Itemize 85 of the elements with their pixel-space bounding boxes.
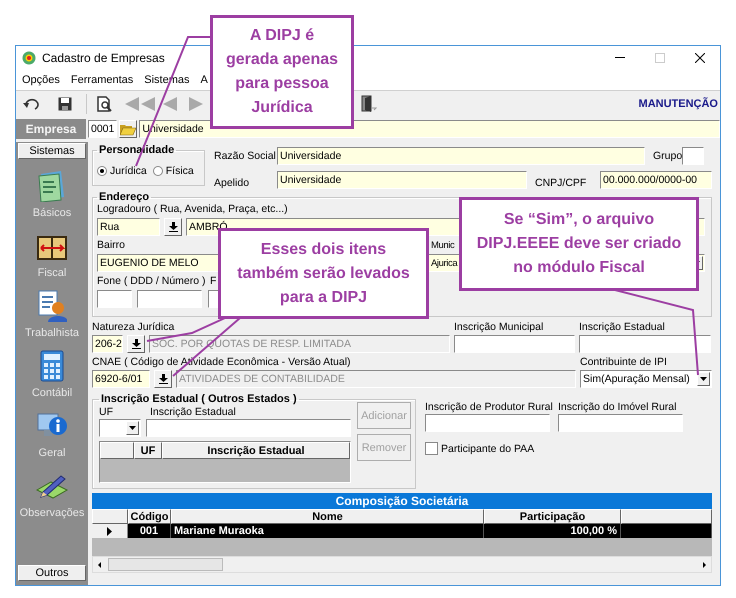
column-header[interactable]: Código <box>128 509 171 524</box>
menu-item[interactable]: Ferramentas <box>70 74 134 86</box>
field-label: Munic <box>431 239 454 252</box>
field-label: Inscrição do Imóvel Rural <box>558 401 676 413</box>
exit-door-icon[interactable] <box>361 94 377 112</box>
menu-item[interactable]: A <box>200 74 208 86</box>
column-header <box>92 509 128 524</box>
checkbox-option[interactable]: Participante do PAA <box>425 442 683 455</box>
annotation-tooltip: Se “Sim”, o arquivo DIPJ.EEEE deve ser criado no módulo Fiscal <box>459 197 699 291</box>
radio-option[interactable]: Física <box>152 164 194 176</box>
group-title: Inscrição Estadual ( Outros Estados ) <box>100 393 298 405</box>
row-pointer-icon <box>107 526 112 536</box>
document-icon[interactable] <box>37 170 67 202</box>
checkbox[interactable] <box>425 442 438 455</box>
input-field[interactable]: Universidade <box>277 171 527 189</box>
field-label: Inscrição de Produtor Rural <box>425 401 554 413</box>
company-label: Empresa <box>16 119 86 139</box>
dropdown[interactable]: Sim(Apuração Mensal) <box>580 370 712 388</box>
group-title: Endereço <box>98 191 150 203</box>
book-icon[interactable] <box>36 234 68 262</box>
menu-item[interactable]: Opções <box>22 74 60 86</box>
sidebar-footer-button[interactable]: Outros <box>18 565 86 581</box>
save-icon[interactable] <box>58 96 72 110</box>
field-label: CNPJ/CPF <box>534 177 588 189</box>
field-label: Inscrição Estadual <box>579 321 666 333</box>
input-field[interactable] <box>454 335 575 353</box>
field-label: Bairro <box>97 239 126 251</box>
open-folder-button[interactable] <box>119 120 138 138</box>
close-icon[interactable] <box>695 52 705 62</box>
download-arrow-icon <box>158 374 168 384</box>
radio-option[interactable]: Jurídica <box>97 164 147 176</box>
undo-icon[interactable] <box>23 98 39 110</box>
field-label: Inscrição Municipal <box>454 321 544 333</box>
input-field[interactable] <box>137 290 202 308</box>
input-field[interactable] <box>682 147 704 165</box>
field-label: Razão Social <box>214 150 277 162</box>
scroll-left-icon[interactable] <box>98 562 101 568</box>
scroll-right-icon[interactable] <box>703 562 706 568</box>
field-label: Grupo <box>652 150 682 162</box>
horizontal-scrollbar[interactable] <box>92 556 712 573</box>
column-header <box>100 442 134 459</box>
input-field[interactable] <box>425 414 550 432</box>
caret-icon <box>700 377 707 381</box>
input-field[interactable]: 00.000.000/0000-00 <box>600 171 712 189</box>
dropdown[interactable] <box>99 419 141 437</box>
column-header[interactable]: Participação <box>484 509 621 524</box>
column-header[interactable]: UF <box>134 442 162 459</box>
document-person-icon[interactable] <box>36 290 67 322</box>
field-label: Inscrição Estadual <box>150 406 236 418</box>
company-code-field[interactable]: 0001 <box>88 120 118 138</box>
table-row[interactable]: 001 Mariane Muraoka 100,00 % <box>92 524 712 538</box>
field-label: Contribuinte de IPI <box>580 356 668 368</box>
annotation-tooltip: Esses dois itens também serão levados para a DIPJ <box>218 228 429 319</box>
input-field[interactable] <box>97 290 132 308</box>
column-header[interactable]: Inscrição Estadual <box>162 442 350 459</box>
field-label: Apelido <box>214 177 250 189</box>
input-field[interactable] <box>558 414 683 432</box>
radio-button[interactable] <box>97 166 107 176</box>
field-label: F <box>210 275 216 288</box>
field-label: UF <box>99 406 114 418</box>
download-arrow-icon <box>168 222 178 232</box>
field-label: Logradouro ( Rua, Avenida, Praça, etc...) <box>97 203 289 216</box>
field-label: Fone ( DDD / Número ) <box>97 275 207 288</box>
field-label: Natureza Jurídica <box>92 321 176 333</box>
lookup-button[interactable] <box>127 335 145 353</box>
sidebar-header-button[interactable]: Sistemas <box>18 143 86 159</box>
window-title: Cadastro de Empresas <box>42 50 165 64</box>
annotation-tooltip: A DIPJ é gerada apenas para pessoa Jurídica <box>210 15 354 129</box>
input-field[interactable]: 206-2 <box>92 335 123 353</box>
lookup-button[interactable] <box>154 370 172 388</box>
caret-icon <box>129 426 136 430</box>
column-header[interactable]: Nome <box>171 509 484 524</box>
print-preview-icon[interactable] <box>97 96 113 112</box>
input-field[interactable]: 6920-6/01 <box>92 370 150 388</box>
app-icon <box>22 50 36 64</box>
mode-label: MANUTENÇÃO <box>638 98 718 110</box>
input-field[interactable] <box>146 419 351 437</box>
download-arrow-icon <box>132 339 140 349</box>
input-field[interactable]: Universidade <box>277 147 645 165</box>
calculator-icon[interactable] <box>40 350 64 382</box>
lookup-button[interactable] <box>164 218 182 236</box>
section-title-bar: Composição Societária <box>92 493 712 509</box>
input-field[interactable] <box>579 335 711 353</box>
radio-button[interactable] <box>152 166 163 176</box>
input-field[interactable]: Rua <box>97 218 160 236</box>
